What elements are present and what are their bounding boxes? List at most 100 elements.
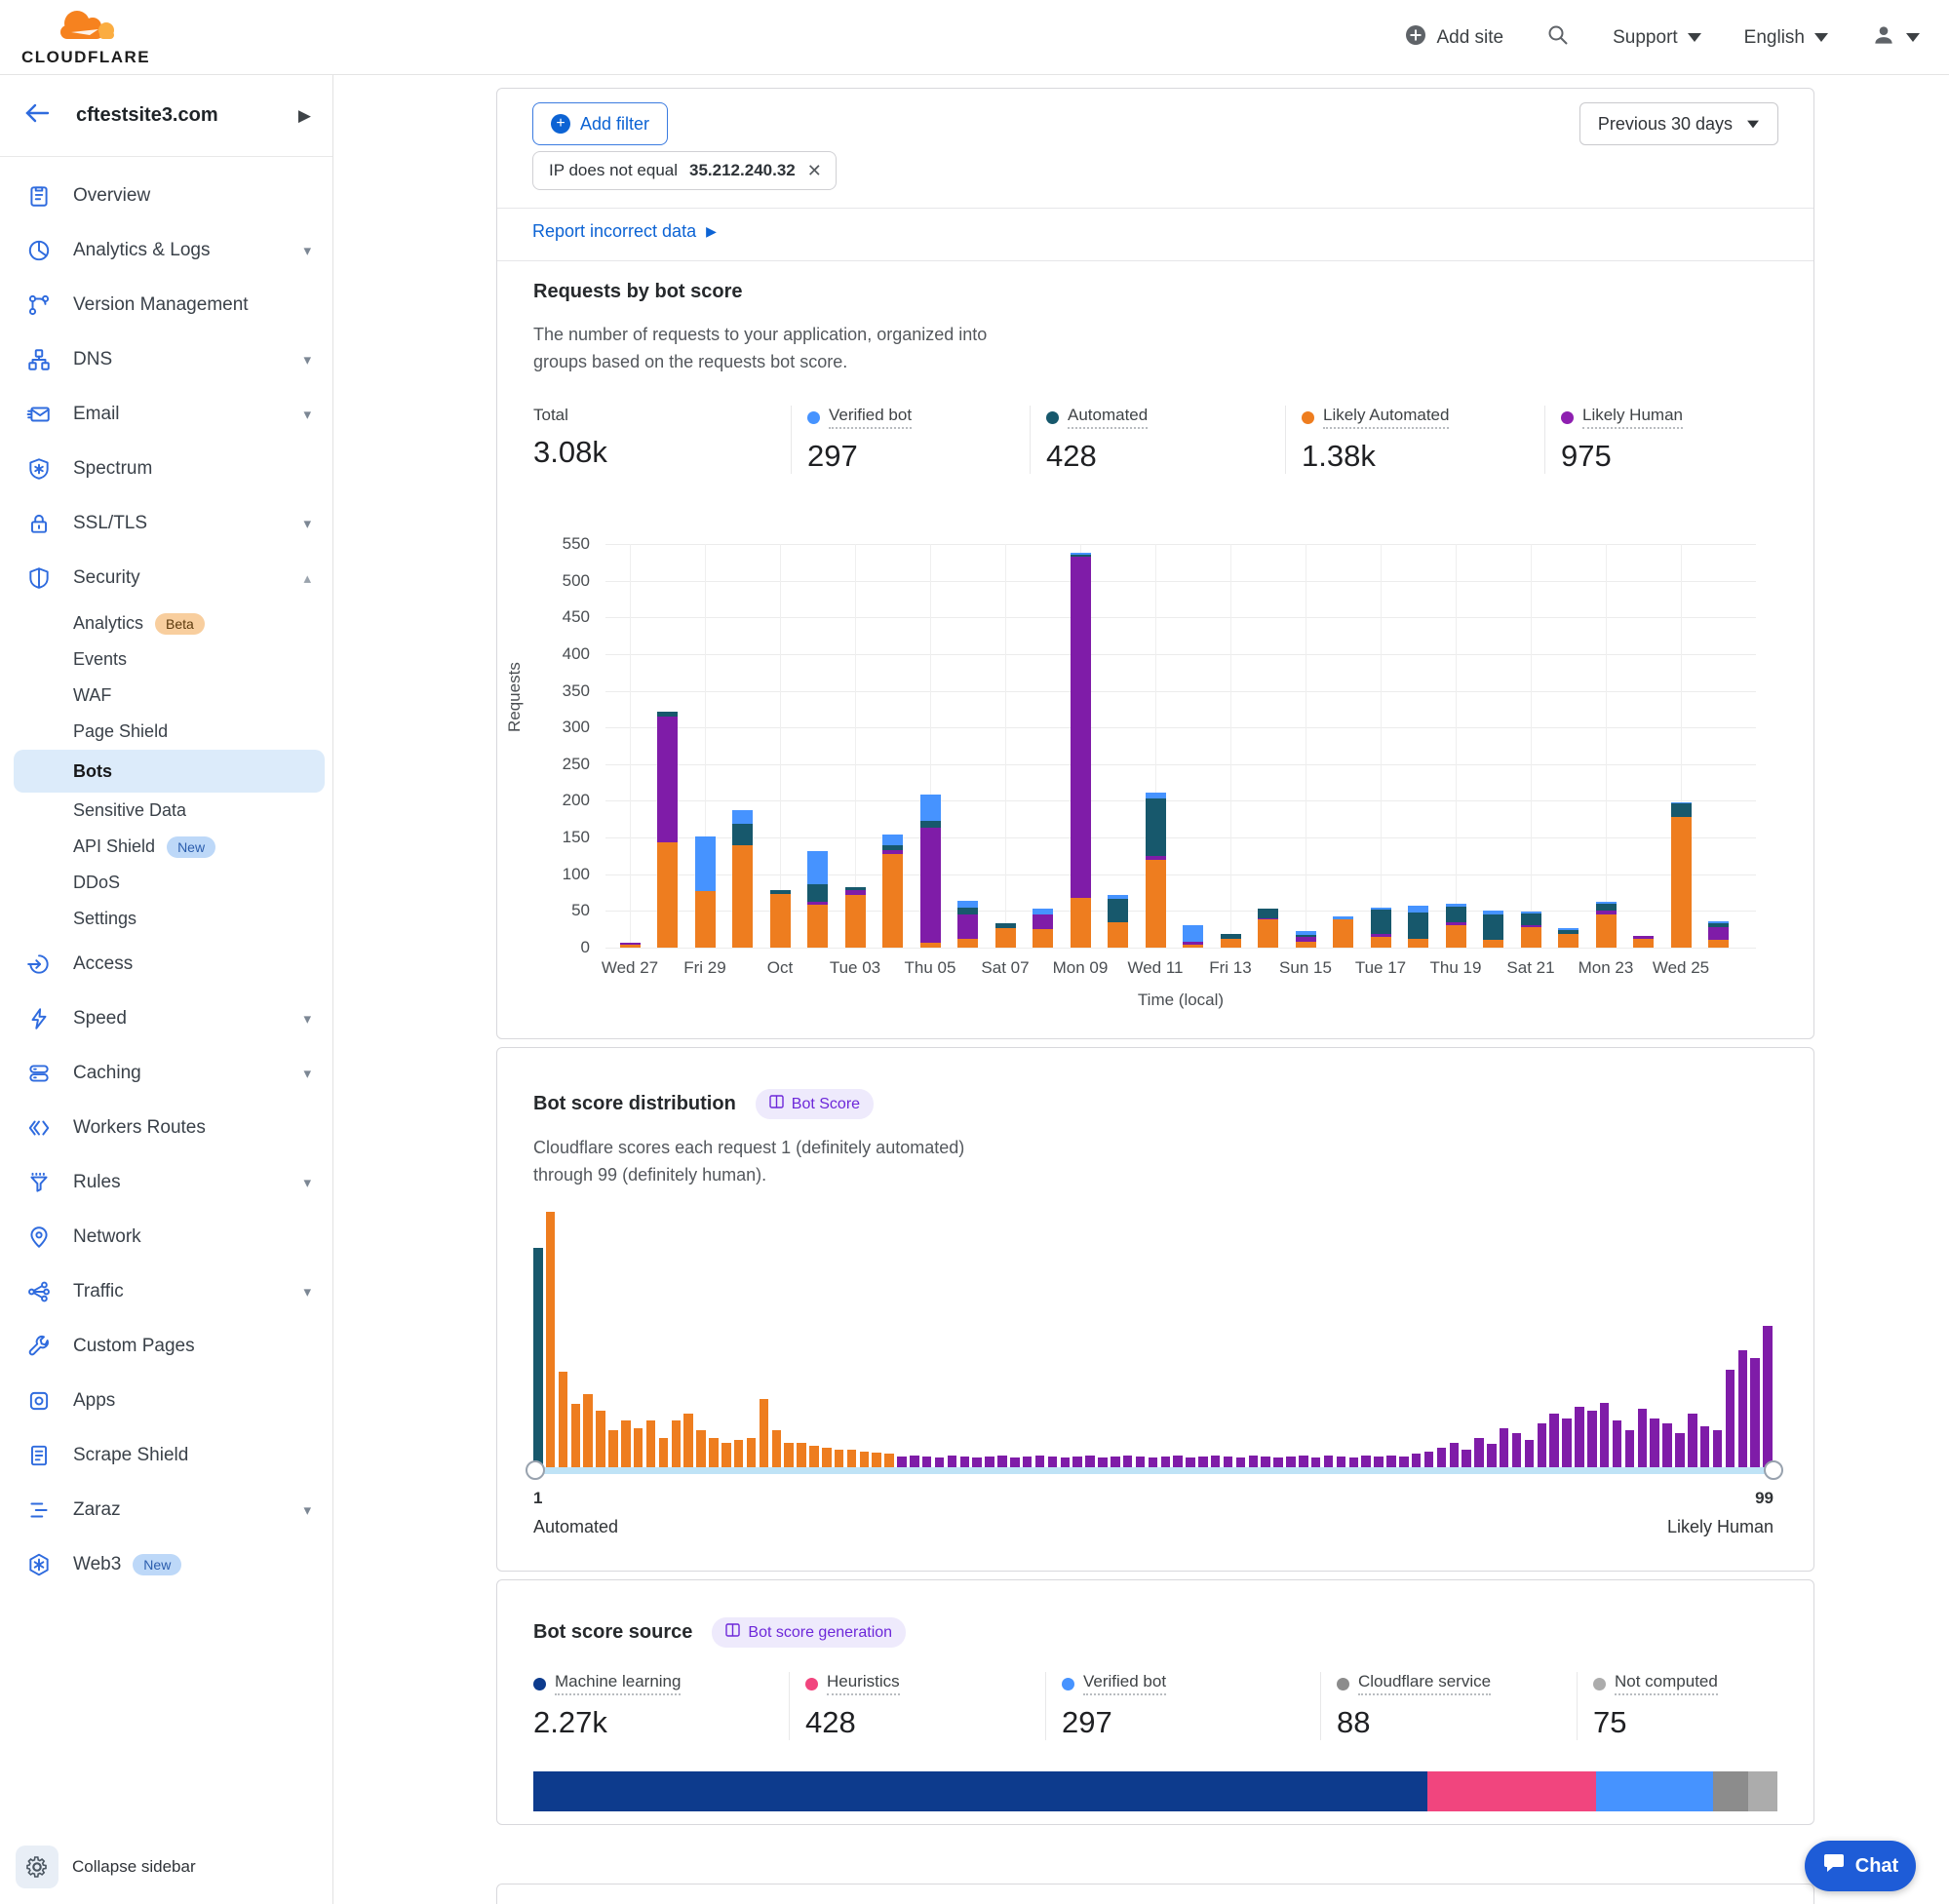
sidebar-item-traffic[interactable]: Traffic▾: [0, 1264, 332, 1319]
bot-score-badge[interactable]: Bot Score: [756, 1089, 874, 1119]
histogram-bar[interactable]: [659, 1438, 669, 1467]
histogram-bar[interactable]: [1487, 1444, 1497, 1467]
histogram-bar[interactable]: [922, 1457, 932, 1467]
sidebar-item-overview[interactable]: Overview: [0, 169, 332, 223]
sidebar-item-api-shield[interactable]: API ShieldNew: [0, 829, 332, 865]
bar[interactable]: [920, 795, 941, 948]
site-header[interactable]: cftestsite3.com ▶: [0, 75, 332, 157]
bar[interactable]: [1371, 908, 1391, 948]
remove-filter-icon[interactable]: ✕: [807, 161, 822, 181]
histogram-bar[interactable]: [1638, 1409, 1648, 1467]
histogram-bar[interactable]: [1650, 1418, 1659, 1467]
histogram-bar[interactable]: [1236, 1457, 1246, 1467]
histogram-bar[interactable]: [997, 1456, 1007, 1467]
sidebar-item-access[interactable]: Access: [0, 937, 332, 991]
chevron-right-icon[interactable]: ▶: [298, 106, 311, 126]
histogram-bar[interactable]: [1462, 1450, 1471, 1467]
histogram-bar[interactable]: [1399, 1457, 1409, 1467]
bar[interactable]: [657, 712, 678, 948]
histogram-bar[interactable]: [709, 1438, 719, 1467]
histogram-bar[interactable]: [1613, 1420, 1622, 1467]
bar[interactable]: [1483, 911, 1503, 948]
bar[interactable]: [995, 923, 1016, 948]
histogram-bar[interactable]: [1286, 1457, 1296, 1467]
bar[interactable]: [1596, 902, 1617, 948]
bar[interactable]: [1521, 912, 1541, 948]
histogram-bar[interactable]: [1035, 1456, 1045, 1467]
histogram-bar[interactable]: [1688, 1414, 1697, 1467]
histogram-bar[interactable]: [1726, 1370, 1735, 1467]
bar[interactable]: [1558, 928, 1579, 948]
histogram-bar[interactable]: [1261, 1457, 1270, 1467]
bar[interactable]: [1446, 904, 1466, 948]
histogram-bar[interactable]: [1337, 1457, 1346, 1467]
histogram-bar[interactable]: [1273, 1457, 1283, 1467]
bar[interactable]: [1221, 934, 1241, 948]
histogram-bar[interactable]: [646, 1420, 656, 1467]
slider-handle-max[interactable]: [1764, 1460, 1783, 1480]
histogram-bar[interactable]: [1386, 1456, 1396, 1467]
histogram-bar[interactable]: [784, 1443, 794, 1467]
histogram-bar[interactable]: [772, 1430, 782, 1467]
bar[interactable]: [695, 836, 716, 948]
bar[interactable]: [1146, 793, 1166, 948]
histogram-bar[interactable]: [1186, 1457, 1195, 1467]
sidebar-item-settings[interactable]: Settings: [0, 901, 332, 937]
histogram-bar[interactable]: [721, 1443, 731, 1467]
histogram-bar[interactable]: [860, 1452, 870, 1467]
histogram-bar[interactable]: [797, 1443, 806, 1467]
back-arrow-icon[interactable]: [23, 101, 51, 130]
bar[interactable]: [1708, 921, 1729, 948]
histogram-bar[interactable]: [583, 1394, 593, 1467]
histogram-bar[interactable]: [1600, 1403, 1610, 1467]
slider-handle-min[interactable]: [526, 1460, 545, 1480]
bar[interactable]: [1033, 909, 1053, 948]
histogram-bar[interactable]: [1763, 1326, 1773, 1467]
bar[interactable]: [1333, 916, 1353, 948]
histogram-bar[interactable]: [533, 1248, 543, 1467]
bar[interactable]: [845, 887, 866, 948]
bar[interactable]: [1183, 925, 1203, 948]
histogram-bar[interactable]: [985, 1457, 994, 1467]
histogram-bar[interactable]: [1625, 1430, 1635, 1467]
histogram-bar[interactable]: [683, 1414, 693, 1467]
chevron-down-icon[interactable]: ▾: [303, 1065, 311, 1082]
language-menu[interactable]: English: [1744, 27, 1828, 49]
sidebar-item-ddos[interactable]: DDoS: [0, 865, 332, 901]
sidebar-item-custom-pages[interactable]: Custom Pages: [0, 1319, 332, 1374]
histogram-bar[interactable]: [1549, 1414, 1559, 1467]
sidebar-item-web3[interactable]: Web3New: [0, 1537, 332, 1592]
date-range-dropdown[interactable]: Previous 30 days: [1579, 102, 1778, 145]
bar[interactable]: [1671, 802, 1692, 948]
chevron-down-icon[interactable]: ▾: [303, 1283, 311, 1301]
sidebar-item-waf[interactable]: WAF: [0, 678, 332, 714]
sidebar-item-security-analytics[interactable]: AnalyticsBeta: [0, 605, 332, 641]
filter-chip[interactable]: IP does not equal 35.212.240.32 ✕: [532, 151, 837, 190]
gear-icon[interactable]: [16, 1846, 58, 1888]
histogram-bar[interactable]: [1048, 1457, 1058, 1467]
histogram-bar[interactable]: [1085, 1456, 1095, 1467]
chevron-down-icon[interactable]: ▾: [303, 1501, 311, 1519]
sidebar-item-sensitive-data[interactable]: Sensitive Data: [0, 793, 332, 829]
bar[interactable]: [1258, 909, 1278, 948]
histogram-bar[interactable]: [1098, 1457, 1108, 1467]
histogram-bar[interactable]: [634, 1428, 643, 1467]
histogram-bar[interactable]: [884, 1454, 894, 1467]
sidebar-item-scrape-shield[interactable]: Scrape Shield: [0, 1428, 332, 1483]
histogram-bar[interactable]: [822, 1448, 832, 1467]
bar[interactable]: [1071, 553, 1091, 948]
histogram-bar[interactable]: [1474, 1438, 1484, 1467]
histogram-bar[interactable]: [1072, 1457, 1082, 1467]
account-menu[interactable]: [1871, 22, 1920, 54]
histogram-bar[interactable]: [1023, 1457, 1033, 1467]
sidebar-item-workers-routes[interactable]: Workers Routes: [0, 1101, 332, 1155]
sidebar-item-spectrum[interactable]: Spectrum: [0, 442, 332, 496]
histogram-bar[interactable]: [1198, 1457, 1208, 1467]
sidebar-item-apps[interactable]: Apps: [0, 1374, 332, 1428]
histogram-bar[interactable]: [696, 1430, 706, 1467]
histogram-bar[interactable]: [1738, 1350, 1748, 1467]
histogram-bar[interactable]: [1525, 1440, 1535, 1467]
add-filter-button[interactable]: + Add filter: [532, 102, 668, 145]
histogram-bar[interactable]: [1311, 1457, 1321, 1467]
histogram-bar[interactable]: [1361, 1456, 1371, 1467]
